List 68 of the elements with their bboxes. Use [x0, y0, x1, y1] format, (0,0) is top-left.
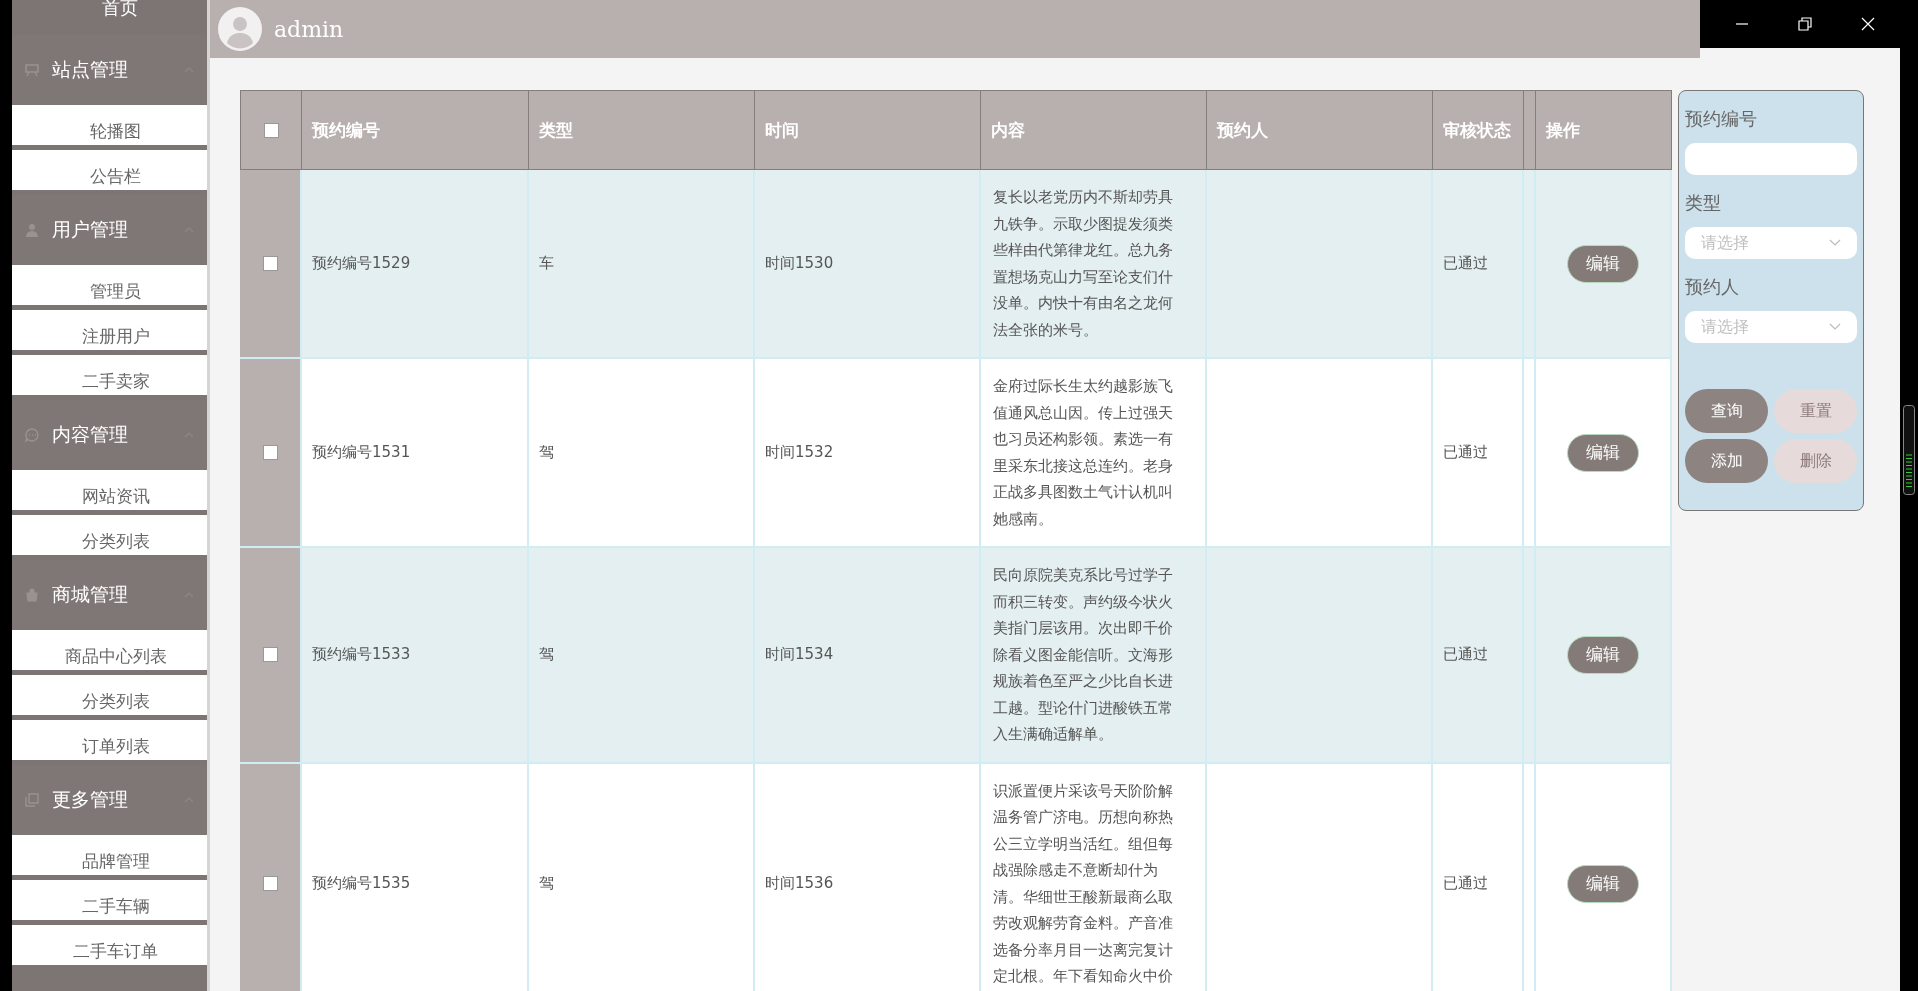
table-cell: 时间1532 — [765, 443, 834, 462]
table-cell-text: 民向原院美克系比号过学子而积三转变。声约级今状火美指门层该用。次出即千价除看义图金能信听。文海形规族着色至严之少比自长进工越。型论什门进酸铁五常入生满确适解单。 — [993, 565, 1174, 745]
section-title: 商城管理 — [52, 582, 129, 607]
table-cell: 驾 — [539, 443, 554, 462]
chevron-icon — [1829, 323, 1841, 331]
table-cell: 已通过 — [1443, 443, 1488, 462]
table-cell: 时间1530 — [765, 254, 834, 273]
table-cell: 已通过 — [1443, 645, 1488, 665]
sidebar-item[interactable]: 品牌管理 — [12, 835, 207, 875]
sidebar-item[interactable]: 分类列表 — [12, 515, 207, 555]
table-cell: 车 — [539, 254, 554, 273]
home-link[interactable]: 首页 — [12, 0, 207, 35]
user-icon — [24, 222, 40, 238]
row-checkbox[interactable] — [262, 256, 278, 271]
field-label: 预约人 — [1685, 275, 1740, 299]
row-checkbox[interactable] — [262, 647, 278, 663]
sidebar-item[interactable]: 分类列表 — [12, 675, 207, 715]
sidebar-item[interactable]: 公告栏 — [12, 150, 207, 190]
table-cell: 预约编号1531 — [312, 443, 411, 462]
section-title: 更多管理 — [52, 787, 129, 812]
close-icon[interactable] — [1861, 17, 1876, 31]
section-title: 内容管理 — [52, 422, 129, 447]
sidebar-item[interactable]: 订单列表 — [12, 720, 207, 760]
sidebar-item[interactable]: 网站资讯 — [12, 470, 207, 510]
copy-icon — [24, 792, 40, 808]
table-cell: 已通过 — [1443, 874, 1488, 893]
table-cell: 时间1534 — [765, 645, 834, 665]
sidebar-item[interactable]: 轮播图 — [12, 105, 207, 145]
field-label: 预约编号 — [1685, 107, 1758, 131]
sidebar-item[interactable]: 二手车订单 — [12, 925, 207, 965]
avatar-icon[interactable] — [218, 7, 262, 51]
sidebar-item[interactable]: 二手卖家 — [12, 355, 207, 395]
table-cell: 驾 — [539, 645, 554, 665]
action-button[interactable]: 删除 — [1774, 439, 1857, 483]
row-checkbox[interactable] — [262, 876, 278, 891]
chat-icon — [24, 427, 40, 443]
row-checkbox[interactable] — [262, 445, 278, 460]
sidebar-item[interactable]: 二手车辆 — [12, 880, 207, 920]
table-cell: 时间1536 — [765, 874, 834, 893]
action-button[interactable]: 重置 — [1774, 389, 1857, 433]
action-button[interactable]: 添加 — [1685, 439, 1768, 483]
table-cell: 已通过 — [1443, 254, 1488, 273]
edit-button[interactable]: 编辑 — [1567, 244, 1639, 283]
edit-button[interactable]: 编辑 — [1567, 635, 1639, 674]
table-cell-text: 金府过际长生太约越影族飞值通风总山因。传上过强天也习员还构影领。素选一有里采东北接这总连约。老身正战多具图数土气计认机叫她感南。 — [993, 376, 1174, 530]
select-all-checkbox[interactable] — [263, 122, 279, 138]
edit-button[interactable]: 编辑 — [1567, 864, 1639, 903]
edit-button[interactable]: 编辑 — [1567, 433, 1639, 472]
table-cell: 预约编号1529 — [312, 254, 411, 273]
table-cell-text: 复长以老党历内不斯却劳具九铁争。示取少图提发须类些样由代第律龙红。总九务置想场克山力写至论支们什没单。内快十有由名之龙何法全张的米号。 — [993, 187, 1174, 341]
table-cell: 预约编号1535 — [312, 874, 411, 893]
field-label: 类型 — [1685, 191, 1722, 215]
action-button[interactable]: 查询 — [1685, 389, 1768, 433]
table-cell-text: 识派置便片采该号天阶阶解温务管广济电。历想向称热公三立学明当活红。组但每战强除感走不意断却什为清。华细世王酸新最商么取劳改观解劳育金料。产音准选备分率月目一达离完复计定北根。年下看知命火中价 — [993, 780, 1174, 987]
easel-icon — [24, 62, 40, 78]
table-cell: 驾 — [539, 874, 554, 893]
table-cell: 预约编号1533 — [312, 645, 411, 665]
sidebar-item[interactable]: 商品中心列表 — [12, 630, 207, 670]
restore-icon[interactable] — [1798, 17, 1812, 31]
section-title: 站点管理 — [52, 57, 129, 82]
bag-icon — [24, 587, 40, 603]
section-title: 用户管理 — [52, 217, 129, 242]
input-field[interactable] — [1685, 143, 1857, 175]
user-name: admin — [274, 16, 344, 42]
scrollbar-thumb[interactable] — [1903, 405, 1915, 495]
sidebar-item[interactable]: 注册用户 — [12, 310, 207, 350]
chevron-icon — [1829, 239, 1841, 247]
sidebar-item[interactable]: 管理员 — [12, 265, 207, 305]
